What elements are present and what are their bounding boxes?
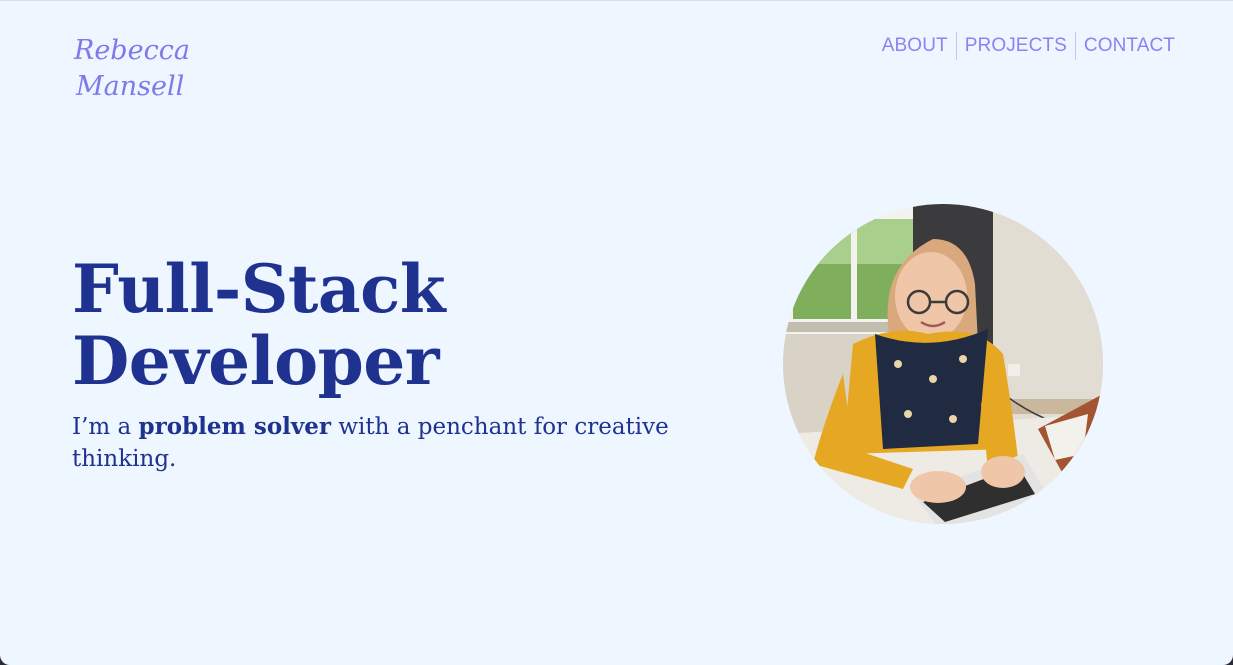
nav-about-link[interactable]: ABOUT (882, 32, 956, 60)
hero-section: Full-Stack Developer I’m a problem solve… (72, 253, 712, 475)
hero-subtitle-bold: problem solver (138, 413, 332, 440)
svg-text:Mansell: Mansell (75, 71, 184, 102)
logo-link[interactable]: Rebecca Mansell (72, 31, 212, 103)
profile-photo (783, 204, 1103, 524)
nav-contact-link[interactable]: CONTACT (1076, 32, 1175, 60)
main-nav: ABOUT PROJECTS CONTACT (882, 32, 1175, 60)
page: Rebecca Mansell ABOUT PROJECTS CONTACT F… (0, 0, 1233, 665)
hero-subtitle-pre: I’m a (72, 414, 139, 440)
hero-subtitle: I’m a problem solver with a penchant for… (72, 411, 692, 475)
logo-signature-icon: Rebecca Mansell (73, 35, 190, 102)
profile-photo-image (783, 204, 1103, 524)
svg-text:Rebecca: Rebecca (73, 35, 190, 66)
hero-title-line1: Full-Stack (72, 250, 446, 328)
hero-title: Full-Stack Developer (72, 253, 712, 397)
hero-title-line2: Developer (72, 322, 440, 400)
nav-projects-link[interactable]: PROJECTS (957, 32, 1075, 60)
